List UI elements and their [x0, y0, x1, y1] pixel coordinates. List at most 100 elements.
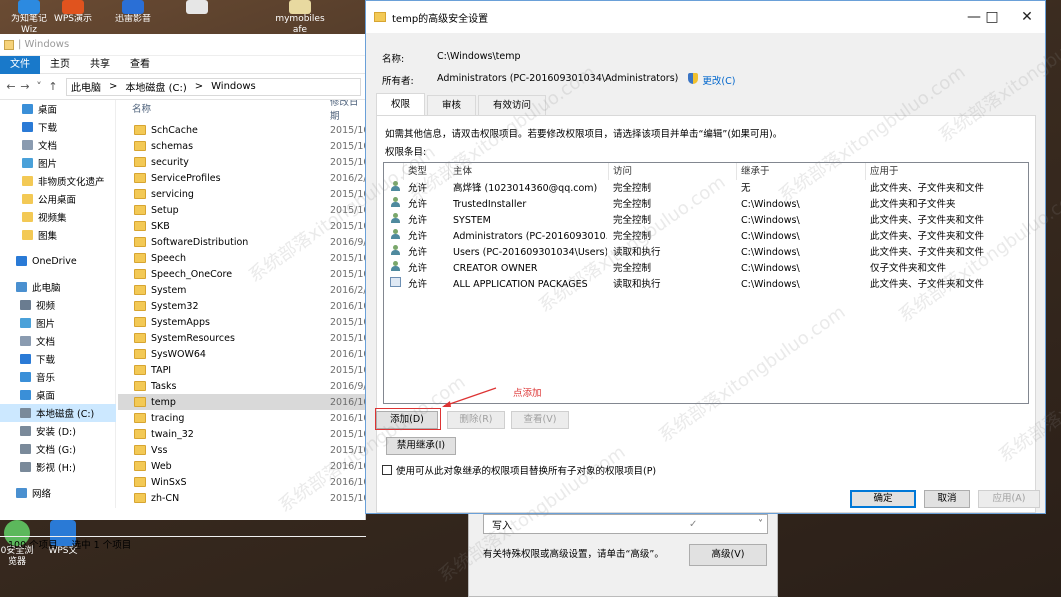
file-row[interactable]: Tasks 2016/9/: [118, 378, 366, 394]
permission-entry-row[interactable]: 允许 ALL APPLICATION PACKAGES 读取和执行 C:\Window…: [384, 277, 1028, 293]
entry-principal: 高烨锋 (1023014360@qq.com): [453, 183, 598, 194]
nav-item[interactable]: 非物质文化遗产: [0, 172, 116, 190]
forward-arrow-icon[interactable]: →: [18, 80, 32, 93]
permission-entry-row[interactable]: 允许 Users (PC-201609301034\Users) 读取和执行 C:\W…: [384, 245, 1028, 261]
nav-item[interactable]: 影视 (H:): [0, 458, 116, 476]
nav-item[interactable]: 图片: [0, 314, 116, 332]
file-name: security: [151, 156, 189, 168]
desktop-icon[interactable]: 迅雷影音: [104, 0, 162, 34]
file-row[interactable]: Setup 2015/10: [118, 202, 366, 218]
scroll-down-icon[interactable]: ˅: [758, 519, 763, 530]
permission-entry-row[interactable]: 允许 CREATOR OWNER 完全控制 C:\Windows\ 仅子文件夹和文件: [384, 261, 1028, 277]
up-arrow-icon[interactable]: ↑: [46, 80, 60, 93]
nav-item[interactable]: 桌面: [0, 386, 116, 404]
tab-permissions[interactable]: 权限: [376, 93, 426, 115]
replace-child-permissions-row[interactable]: 使用可从此对象继承的权限项目替换所有子对象的权限项目(P): [382, 463, 656, 477]
file-row[interactable]: schemas 2015/10: [118, 138, 366, 154]
nav-item[interactable]: 桌面: [0, 100, 116, 118]
column-header[interactable]: 应用于: [866, 163, 1028, 180]
desktop-icon[interactable]: WPS演示: [44, 0, 102, 34]
breadcrumb-item[interactable]: 此电脑: [71, 79, 101, 94]
file-row[interactable]: System32 2016/10: [118, 298, 366, 314]
file-row[interactable]: Web 2016/10: [118, 458, 366, 474]
view-button[interactable]: 查看(V): [511, 411, 569, 429]
file-row[interactable]: Vss 2015/10: [118, 442, 366, 458]
ribbon-tab[interactable]: 共享: [80, 56, 120, 74]
apply-button[interactable]: 应用(A): [978, 490, 1040, 508]
nav-item[interactable]: OneDrive: [0, 252, 116, 270]
address-bar[interactable]: 此电脑 > 本地磁盘 (C:) > Windows: [66, 77, 361, 96]
desktop-icon[interactable]: mymobiles afe: [270, 0, 330, 35]
file-row[interactable]: SystemApps 2015/10: [118, 314, 366, 330]
permission-row-write[interactable]: 写入 ✓ ˅: [483, 514, 768, 534]
column-header[interactable]: 类型: [404, 163, 449, 180]
file-row[interactable]: ServiceProfiles 2016/2/: [118, 170, 366, 186]
nav-item[interactable]: 文档: [0, 136, 116, 154]
column-date-header[interactable]: 修改日期: [330, 100, 366, 122]
file-row[interactable]: SchCache 2015/10: [118, 122, 366, 138]
tab-auditing[interactable]: 审核: [427, 95, 477, 115]
column-header[interactable]: 继承于: [737, 163, 866, 180]
file-row[interactable]: SKB 2015/10: [118, 218, 366, 234]
file-name: SysWOW64: [151, 348, 206, 360]
nav-item[interactable]: 图集: [0, 226, 116, 244]
back-arrow-icon[interactable]: ←: [4, 80, 18, 93]
file-row[interactable]: tracing 2016/10: [118, 410, 366, 426]
file-row[interactable]: SystemResources 2015/10: [118, 330, 366, 346]
nav-item[interactable]: 文档: [0, 332, 116, 350]
folder-icon: [134, 189, 146, 199]
ribbon-tab[interactable]: 主页: [40, 56, 80, 74]
column-header[interactable]: 访问: [609, 163, 737, 180]
file-row[interactable]: security 2015/10: [118, 154, 366, 170]
file-row[interactable]: servicing 2015/10: [118, 186, 366, 202]
file-row[interactable]: twain_32 2015/10: [118, 426, 366, 442]
ribbon-tab[interactable]: 文件: [0, 55, 40, 74]
nav-item[interactable]: 音乐: [0, 368, 116, 386]
permission-entry-row[interactable]: 允许 TrustedInstaller 完全控制 C:\Windows\ 此文件夹和子文…: [384, 197, 1028, 213]
nav-item[interactable]: 图片: [0, 154, 116, 172]
column-name-header[interactable]: 名称: [132, 101, 151, 115]
permission-entry-row[interactable]: 允许 Administrators (PC-2016093010... 完全控制 C:…: [384, 229, 1028, 245]
file-row[interactable]: System 2016/2/: [118, 282, 366, 298]
maximize-button[interactable]: □: [974, 1, 1010, 33]
nav-item[interactable]: 安装 (D:): [0, 422, 116, 440]
file-row[interactable]: WinSxS 2016/10: [118, 474, 366, 490]
nav-item[interactable]: 视频集: [0, 208, 116, 226]
nav-item[interactable]: 本地磁盘 (C:): [0, 404, 116, 422]
file-row[interactable]: SysWOW64 2016/10: [118, 346, 366, 362]
nav-item-icon: [20, 426, 31, 436]
file-row[interactable]: SoftwareDistribution 2016/9/: [118, 234, 366, 250]
close-button[interactable]: ✕: [1009, 1, 1045, 33]
column-header[interactable]: 主体: [449, 163, 609, 180]
tab-effective-access[interactable]: 有效访问: [478, 95, 547, 115]
nav-item[interactable]: 文档 (G:): [0, 440, 116, 458]
breadcrumb-item[interactable]: 本地磁盘 (C:): [125, 79, 186, 94]
dialog-titlebar: temp的高级安全设置 — □ ✕: [366, 1, 1045, 33]
entry-applies: 此文件夹、子文件夹和文件: [870, 183, 985, 194]
ribbon-tab[interactable]: 查看: [120, 56, 160, 74]
remove-button[interactable]: 删除(R): [447, 411, 505, 429]
replace-child-checkbox[interactable]: [382, 465, 392, 475]
desktop-icon[interactable]: [168, 0, 226, 34]
change-owner-link[interactable]: 更改(C): [702, 73, 735, 87]
nav-item[interactable]: 视频: [0, 296, 116, 314]
nav-item[interactable]: 网络: [0, 484, 116, 502]
cancel-button[interactable]: 取消: [924, 490, 970, 508]
breadcrumb-item[interactable]: Windows: [211, 81, 256, 92]
nav-item[interactable]: 此电脑: [0, 278, 116, 296]
nav-item[interactable]: 下载: [0, 118, 116, 136]
ok-button[interactable]: 确定: [850, 490, 916, 508]
file-row[interactable]: Speech 2015/10: [118, 250, 366, 266]
permission-entry-row[interactable]: 允许 SYSTEM 完全控制 C:\Windows\ 此文件夹、子文件夹和文件: [384, 213, 1028, 229]
file-row[interactable]: zh-CN 2015/10: [118, 490, 366, 506]
nav-item[interactable]: 下载: [0, 350, 116, 368]
permission-entry-row[interactable]: 允许 高烨锋 (1023014360@qq.com) 完全控制 无 此文件夹、子文件夹和…: [384, 181, 1028, 197]
file-row[interactable]: temp 2016/10: [118, 394, 366, 410]
recent-chevron-icon[interactable]: ˅: [32, 80, 46, 93]
properties-dialog-bottom: 写入 ✓ ˅ 有关特殊权限或高级设置，请单击“高级”。 高级(V): [468, 505, 778, 597]
file-row[interactable]: Speech_OneCore 2015/10: [118, 266, 366, 282]
disable-inheritance-button[interactable]: 禁用继承(I): [386, 437, 456, 455]
advanced-button[interactable]: 高级(V): [689, 544, 767, 566]
nav-item[interactable]: 公用桌面: [0, 190, 116, 208]
file-row[interactable]: TAPI 2015/10: [118, 362, 366, 378]
